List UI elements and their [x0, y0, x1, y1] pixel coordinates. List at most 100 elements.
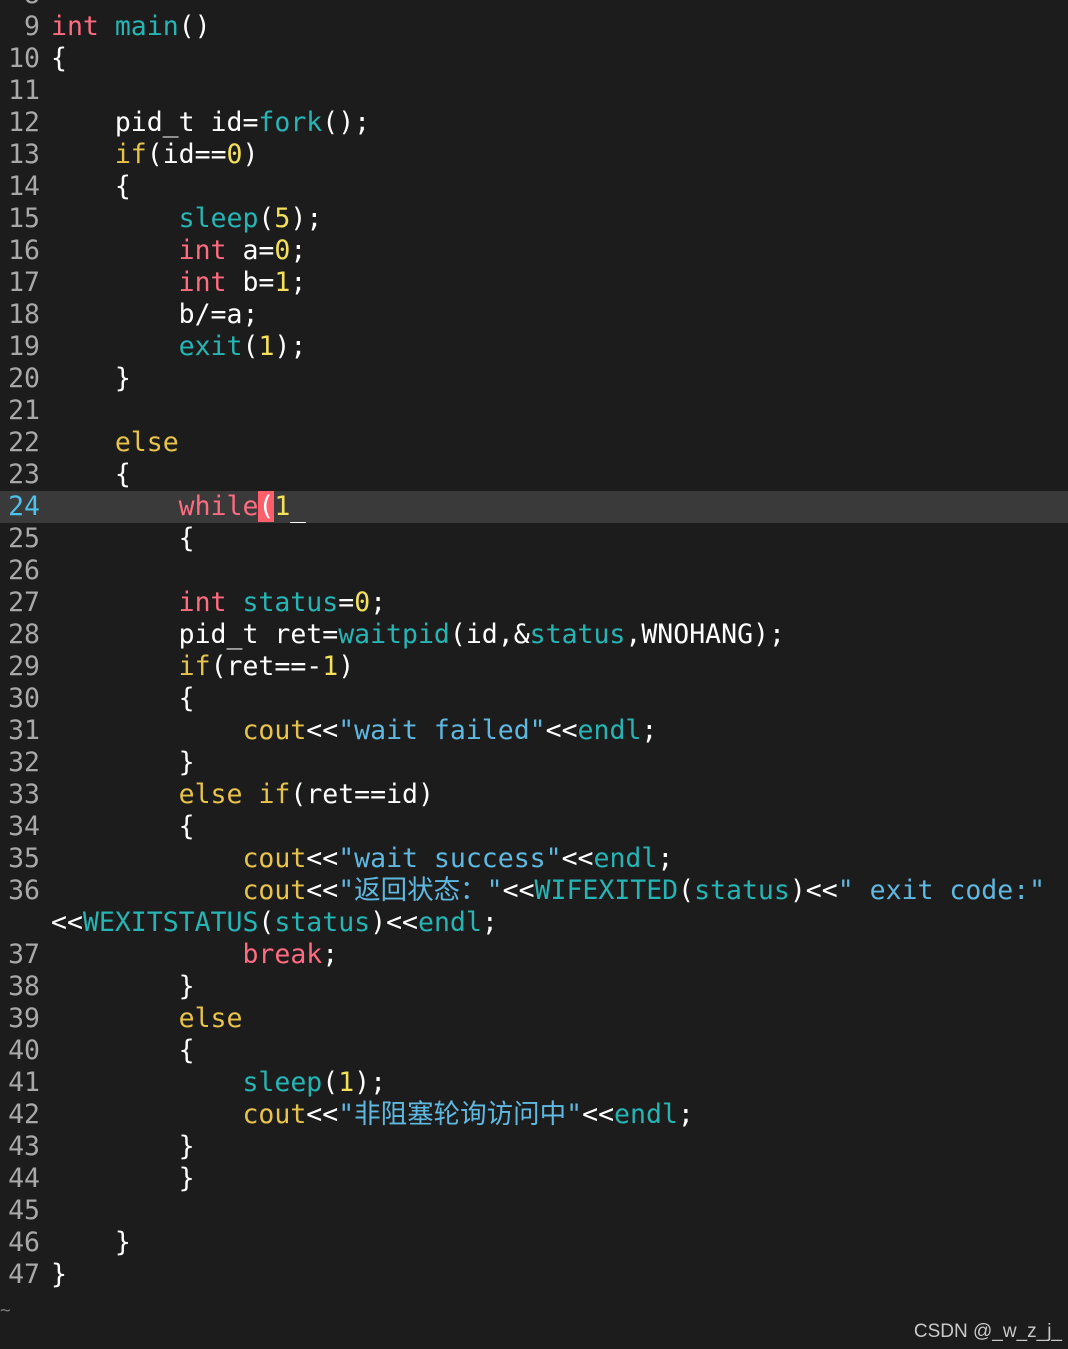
- code-token: (): [178, 11, 211, 42]
- code-token: if: [178, 651, 211, 682]
- code-token: {: [51, 811, 195, 842]
- code-token: (ret==id): [290, 779, 434, 810]
- code-token: 1: [274, 267, 291, 298]
- code-token: );: [354, 1067, 387, 1098]
- code-line[interactable]: 30 {: [0, 683, 1068, 715]
- line-number: 9: [24, 11, 40, 42]
- code-token: <<: [51, 907, 83, 938]
- code-line[interactable]: 40 {: [0, 1035, 1068, 1067]
- line-number: 46: [8, 1227, 40, 1258]
- code-line[interactable]: 29 if(ret==-1): [0, 651, 1068, 683]
- line-number: 10: [8, 43, 40, 74]
- code-token: else: [114, 427, 179, 458]
- code-line[interactable]: 14 {: [0, 171, 1068, 203]
- code-token: (: [258, 907, 275, 938]
- code-line[interactable]: 12 pid_t id=fork();: [0, 107, 1068, 139]
- code-token: (: [242, 331, 259, 362]
- code-line[interactable]: 23 {: [0, 459, 1068, 491]
- code-token: WIFEXITED: [534, 875, 679, 906]
- code-token: "返回状态：": [338, 875, 503, 906]
- code-line[interactable]: 37 break;: [0, 939, 1068, 971]
- code-token: else: [178, 1003, 243, 1034]
- line-number: 37: [8, 939, 40, 970]
- code-text: {: [51, 171, 1068, 203]
- code-line[interactable]: 22 else: [0, 427, 1068, 459]
- code-line[interactable]: 44 }: [0, 1163, 1068, 1195]
- code-line[interactable]: 25 {: [0, 523, 1068, 555]
- code-text: sleep(5);: [51, 203, 1068, 235]
- code-line[interactable]: 41 sleep(1);: [0, 1067, 1068, 1099]
- code-line[interactable]: 33 else if(ret==id): [0, 779, 1068, 811]
- code-line[interactable]: 8: [0, 0, 1068, 11]
- code-line[interactable]: 47}: [0, 1259, 1068, 1291]
- code-line[interactable]: 11: [0, 75, 1068, 107]
- code-line[interactable]: 36 cout<<"返回状态："<<WIFEXITED(status)<<" e…: [0, 875, 1068, 907]
- code-token: )<<: [370, 907, 418, 938]
- code-line[interactable]: 17 int b=1;: [0, 267, 1068, 299]
- code-token: <<: [561, 843, 594, 874]
- code-editor[interactable]: 89int main()10{1112 pid_t id=fork();13 i…: [0, 0, 1068, 1349]
- code-line[interactable]: 20 }: [0, 363, 1068, 395]
- code-token: ;: [322, 939, 339, 970]
- code-token: <<: [545, 715, 578, 746]
- code-line[interactable]: 28 pid_t ret=waitpid(id,&status,WNOHANG)…: [0, 619, 1068, 651]
- code-line[interactable]: 27 int status=0;: [0, 587, 1068, 619]
- code-line[interactable]: 43 }: [0, 1131, 1068, 1163]
- code-text: {: [51, 43, 1068, 75]
- line-number: 35: [8, 843, 40, 874]
- line-number: 24: [8, 491, 40, 522]
- code-line[interactable]: 19 exit(1);: [0, 331, 1068, 363]
- code-line[interactable]: 39 else: [0, 1003, 1068, 1035]
- code-token: );: [290, 203, 323, 234]
- code-line[interactable]: 24 while(1: [0, 491, 1068, 523]
- code-token: );: [274, 331, 307, 362]
- code-line[interactable]: 15 sleep(5);: [0, 203, 1068, 235]
- code-line[interactable]: 38 }: [0, 971, 1068, 1003]
- matched-paren: (: [258, 491, 275, 522]
- code-line[interactable]: 16 int a=0;: [0, 235, 1068, 267]
- code-token: (: [322, 1067, 339, 1098]
- code-text: else: [51, 1003, 1068, 1035]
- code-text: {: [51, 523, 1068, 555]
- code-token: ;: [290, 267, 307, 298]
- code-token: int: [51, 11, 99, 42]
- code-line[interactable]: 13 if(id==0): [0, 139, 1068, 171]
- code-line[interactable]: 18 b/=a;: [0, 299, 1068, 331]
- code-line[interactable]: <<WEXITSTATUS(status)<<endl;: [0, 907, 1068, 939]
- code-token: cout: [242, 1099, 307, 1130]
- line-number: 23: [8, 459, 40, 490]
- text-cursor: [290, 491, 307, 523]
- code-token: }: [51, 1131, 195, 1162]
- code-line[interactable]: 21: [0, 395, 1068, 427]
- code-line[interactable]: 10 {: [0, 43, 1068, 75]
- code-line[interactable]: 31 cout<<"wait failed"<<endl;: [0, 715, 1068, 747]
- code-line[interactable]: 9 int main(): [0, 11, 1068, 43]
- code-line[interactable]: 26: [0, 555, 1068, 587]
- code-text: else if(ret==id): [51, 779, 1068, 811]
- code-line[interactable]: 35 cout<<"wait success"<<endl;: [0, 843, 1068, 875]
- code-token: ();: [322, 107, 371, 138]
- line-number: 47: [8, 1259, 40, 1290]
- line-number: 19: [8, 331, 40, 362]
- line-number: 31: [8, 715, 40, 746]
- code-line[interactable]: 32 }: [0, 747, 1068, 779]
- code-token: endl: [593, 843, 658, 874]
- line-number: 33: [8, 779, 40, 810]
- code-token: while: [178, 491, 259, 522]
- code-token: pid_t id=: [51, 107, 259, 138]
- code-line[interactable]: 45: [0, 1195, 1068, 1227]
- code-line[interactable]: 42 cout<<"非阻塞轮询访问中"<<endl;: [0, 1099, 1068, 1131]
- line-number: 21: [8, 395, 40, 426]
- code-text: pid_t id=fork();: [51, 107, 1068, 139]
- code-line[interactable]: 46 }: [0, 1227, 1068, 1259]
- code-text: sleep(1);: [51, 1067, 1068, 1099]
- line-number: 26: [8, 555, 40, 586]
- line-number: 12: [8, 107, 40, 138]
- code-line[interactable]: 34 {: [0, 811, 1068, 843]
- code-token: 5: [274, 203, 291, 234]
